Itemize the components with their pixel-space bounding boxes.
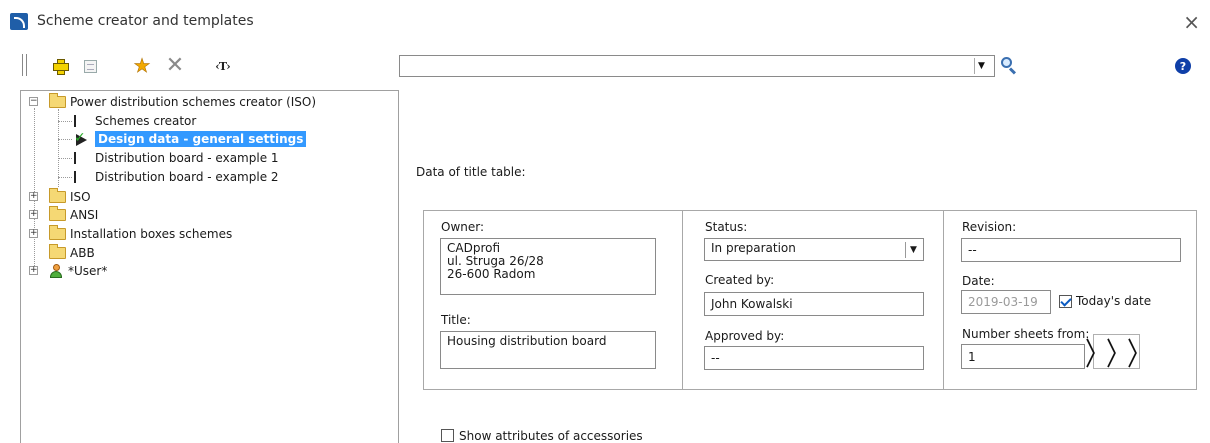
show-attributes-label: Show attributes of accessories [459,429,643,443]
folder-icon [49,93,66,108]
tree-node-label: Schemes creator [95,114,197,128]
expand-toggle[interactable]: + [29,266,38,275]
search-combobox[interactable]: ▼ [399,55,995,77]
expand-toggle[interactable]: + [29,229,38,238]
tree-node-label: Installation boxes schemes [70,227,233,241]
expand-toggle[interactable]: + [29,210,38,219]
show-attributes-checkbox[interactable] [441,429,454,442]
tree-node-example-1[interactable]: Distribution board - example 1 [74,149,279,167]
search-input[interactable] [400,56,960,76]
folder-icon [49,225,66,240]
delete-button[interactable]: ✕ [165,53,185,78]
scheme-icon [74,171,90,183]
list-icon [83,59,97,73]
status-value: In preparation [711,241,796,255]
help-icon[interactable]: ? [1175,58,1191,74]
favorite-button[interactable]: ★ [132,56,152,76]
tree-node-power-distribution[interactable]: − Power distribution schemes creator (IS… [29,93,316,111]
scheme-icon [74,152,90,164]
tree-node-label: ABB [70,246,95,260]
number-sheets-label: Number sheets from: [962,327,1090,341]
owner-label: Owner: [441,220,485,234]
add-button[interactable] [50,56,70,76]
tree-node-label: Distribution board - example 2 [95,170,279,184]
toolbar-grip[interactable] [22,54,27,76]
tree-node-label: Distribution board - example 1 [95,151,279,165]
title-field[interactable]: Housing distribution board [440,331,656,369]
approved-by-field[interactable]: -- [704,346,924,370]
tree-node-schemes-creator[interactable]: Schemes creator [74,112,196,130]
folder-icon [49,244,66,259]
renumber-sheets-button[interactable]: 〉〉〉 [1085,334,1151,373]
todays-date-checkbox[interactable] [1059,295,1072,308]
tree-node-label-selected: Design data - general settings [95,131,307,147]
expand-toggle[interactable]: + [29,192,38,201]
title-bar: Scheme creator and templates × [0,8,1210,36]
status-select[interactable]: In preparation ▼ [704,238,924,261]
column-divider [682,210,683,390]
owner-field[interactable]: CADprofi ul. Struga 26/28 26-600 Radom [440,238,656,295]
tree-node-example-2[interactable]: Distribution board - example 2 [74,168,279,186]
chevron-down-icon[interactable]: ▼ [905,242,921,258]
tree-node-iso[interactable]: + ISO [29,188,91,206]
collapse-toggle[interactable]: − [29,97,38,106]
settings-check-icon: ✓ [74,130,87,146]
tree-line [58,121,72,122]
tree-node-abb[interactable]: ABB [49,244,95,262]
tree-line [58,158,72,159]
approved-by-label: Approved by: [705,329,785,343]
text-tool-button[interactable]: ‹T› [210,56,236,76]
window-title: Scheme creator and templates [37,13,254,29]
tree-node-label: ISO [70,190,91,204]
properties-button[interactable] [80,56,100,76]
close-button[interactable]: × [1183,10,1200,34]
revision-field[interactable]: -- [961,238,1181,262]
tree-node-label: ANSI [70,208,99,222]
search-icon[interactable] [1000,56,1018,75]
tree-line [58,139,72,140]
app-icon [10,13,28,30]
chevron-right-icon: 〉〉〉 [1085,336,1151,373]
tree-node-label: Power distribution schemes creator (ISO) [70,95,317,109]
created-by-field[interactable]: John Kowalski [704,292,924,316]
tree-node-label: *User* [68,264,108,278]
created-by-label: Created by: [705,273,775,287]
plus-icon [52,58,69,75]
tree-node-ansi[interactable]: + ANSI [29,206,98,224]
search-dropdown-button[interactable]: ▼ [974,58,988,74]
tree-node-installation-boxes[interactable]: + Installation boxes schemes [29,225,232,243]
toolbar: ★ ✕ ‹T› ▼ ? [0,44,1210,84]
star-icon: ★ [133,54,151,77]
folder-icon [49,188,66,203]
tree-line [58,177,72,178]
date-field[interactable]: 2019-03-19 [961,290,1051,314]
column-divider [943,210,944,390]
tree-node-user[interactable]: + *User* [29,262,107,280]
user-icon [49,264,63,278]
title-table-heading: Data of title table: [416,165,526,179]
text-tool-icon: ‹T› [215,59,231,73]
date-label: Date: [962,274,995,288]
status-label: Status: [705,220,748,234]
number-sheets-field[interactable]: 1 [961,344,1085,369]
folder-icon [49,206,66,221]
todays-date-label: Today's date [1076,294,1152,308]
tree-node-design-data[interactable]: ✓ Design data - general settings [74,130,307,148]
revision-label: Revision: [962,220,1017,234]
title-label: Title: [441,313,471,327]
delete-x-icon: ✕ [165,53,185,78]
scheme-icon [74,115,90,127]
